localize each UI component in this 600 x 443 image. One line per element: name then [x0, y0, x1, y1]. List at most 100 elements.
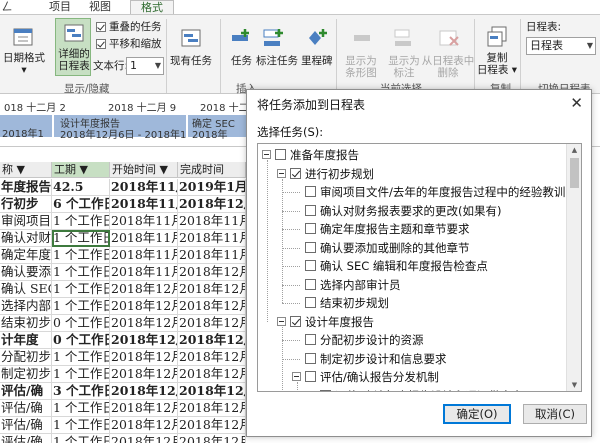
table-cell[interactable]: 2018年12月 [110, 281, 178, 298]
pan-zoom-checkbox[interactable] [96, 39, 106, 49]
table-cell[interactable]: 确定年度 [0, 247, 52, 264]
table-cell[interactable]: 制定初步 [0, 366, 52, 383]
table-cell[interactable]: 0 个工作日 [52, 332, 110, 349]
task-checkbox[interactable] [305, 352, 316, 364]
text-rows-select[interactable]: 1 ▼ [126, 57, 164, 75]
table-cell[interactable]: 2018年11月 [110, 247, 178, 264]
tab-0[interactable]: ㄥ [0, 0, 14, 14]
tree-item[interactable]: 选择内部审计员 [258, 276, 566, 294]
task-checkbox[interactable] [305, 186, 316, 197]
milestone-button[interactable]: 里程碑 [301, 55, 333, 67]
table-cell[interactable]: 2018年12月 [110, 298, 178, 315]
table-cell[interactable]: 分配初步 [0, 349, 52, 366]
timeline-bar-preliminary[interactable]: 2018年1 [0, 115, 52, 140]
task-tree[interactable]: 准备年度报告 进行初步规划 审阅项目文件/去年的年度报告过程中的经验教训 确认对财务报… [257, 143, 582, 392]
timeline-bar-sec[interactable]: 确定 SEC 2018年 [188, 115, 246, 141]
table-cell[interactable]: 2018年12月 [178, 332, 246, 349]
table-cell[interactable]: 2018年12月 [110, 332, 178, 349]
table-cell[interactable]: 2018年12月 [178, 366, 246, 383]
table-cell[interactable]: 2018年11月 [178, 247, 246, 264]
task-checkbox[interactable] [290, 315, 301, 327]
tree-item[interactable]: 确认对财务报表要求的更改(如果有) [258, 202, 566, 220]
detail-timeline-button[interactable]: 详细的 日程表 [55, 18, 91, 76]
table-cell[interactable]: 结束初步 [0, 315, 52, 332]
column-header-finish[interactable]: 完成时间 [178, 162, 246, 178]
column-header-duration[interactable]: 工期 ▼ [52, 162, 110, 178]
scroll-down-icon[interactable]: ▼ [567, 379, 581, 391]
table-cell[interactable]: 0 个工作日 [52, 315, 110, 332]
table-cell[interactable]: 1 个工作日 [52, 349, 110, 366]
tree-item[interactable]: 审阅项目文件/去年的年度报告过程中的经验教训 [258, 183, 566, 201]
tree-item[interactable]: 结束初步规划 [258, 294, 566, 312]
collapse-icon[interactable] [292, 372, 301, 381]
tree-item[interactable]: 确定年度报告主题和章节要求 [258, 220, 566, 238]
table-cell[interactable]: 2018年12月 [178, 349, 246, 366]
tab-3[interactable]: 格式 [130, 0, 174, 14]
collapse-icon[interactable] [262, 150, 271, 159]
table-cell[interactable]: 2018年12月 [110, 383, 178, 400]
copy-timeline-button[interactable]: 复制 日程表 ▾ [474, 52, 520, 76]
tree-item[interactable]: 设计年度报告 [258, 313, 566, 331]
tree-item[interactable]: 评估/确认报告分发机制 [258, 368, 566, 386]
collapse-icon[interactable] [277, 316, 286, 326]
tree-scrollbar[interactable]: ▲ ▼ [566, 144, 581, 391]
task-checkbox[interactable] [305, 334, 316, 345]
column-header-name[interactable]: 称 ▼ [0, 162, 52, 178]
timeline-select[interactable]: 日程表 ▼ [526, 37, 596, 55]
tree-item[interactable]: 制定初步设计和信息要求 [258, 350, 566, 368]
table-cell[interactable]: 评估/确 [0, 434, 52, 443]
table-cell[interactable]: 2018年12月 [178, 315, 246, 332]
existing-tasks-button[interactable]: 现有任务 [170, 55, 212, 67]
table-cell[interactable]: 2019年1月2 [178, 179, 246, 196]
scroll-thumb[interactable] [570, 158, 579, 188]
table-cell[interactable]: 评估/确 [0, 417, 52, 434]
table-cell[interactable]: 2018年12月 [110, 417, 178, 434]
table-cell[interactable]: 2018年12月 [110, 315, 178, 332]
table-cell[interactable]: 2018年12月 [110, 400, 178, 417]
table-cell[interactable]: 1 个工作日 [52, 366, 110, 383]
ok-button[interactable]: 确定(O) [443, 404, 511, 424]
column-header-start[interactable]: 开始时间 ▼ [110, 162, 178, 178]
table-cell[interactable]: 评估/确 [0, 383, 52, 400]
table-cell[interactable]: 6 个工作日 [52, 196, 110, 213]
task-button[interactable]: 任务 [231, 55, 252, 67]
tab-1[interactable]: 项目 [46, 0, 74, 14]
table-cell[interactable]: 42.5 [52, 179, 110, 196]
table-cell[interactable]: 2018年12月 [110, 434, 178, 443]
table-cell[interactable]: 2018年12月 [110, 366, 178, 383]
table-cell[interactable]: 1 个工作日 [52, 281, 110, 298]
task-checkbox[interactable] [305, 260, 316, 271]
tree-item[interactable]: 评估/确认年度报告设计和通讯供应商 [258, 387, 566, 391]
show-as-bar-button[interactable]: 显示为 条形图 [340, 55, 382, 79]
tree-item[interactable]: 确认要添加或删除的其他章节 [258, 239, 566, 257]
table-cell[interactable]: 确认对财 [0, 230, 52, 247]
date-format-button[interactable]: 日期格式 ▾ [0, 52, 48, 76]
task-checkbox[interactable] [305, 223, 316, 234]
table-cell[interactable]: 2018年11月 [110, 196, 178, 213]
collapse-icon[interactable] [277, 168, 286, 178]
table-cell[interactable]: 1 个工作日 [52, 417, 110, 434]
tab-2[interactable]: 视图 [86, 0, 114, 14]
table-cell[interactable]: 确认 SEC [0, 281, 52, 298]
cancel-button[interactable]: 取消(C) [523, 404, 587, 424]
table-cell[interactable]: 1 个工作日 [52, 434, 110, 443]
callout-task-button[interactable]: 标注任务 [256, 55, 298, 67]
tree-item[interactable]: 分配初步设计的资源 [258, 331, 566, 349]
table-cell[interactable]: 2018年12月 [110, 349, 178, 366]
table-cell[interactable]: 2018年12月 [178, 264, 246, 281]
table-cell[interactable]: 2018年12月 [178, 434, 246, 443]
table-cell[interactable]: 评估/确 [0, 400, 52, 417]
table-cell[interactable]: 2018年12月 [178, 417, 246, 434]
timeline-bar-design[interactable]: 设计年度报告 2018年12月6日 - 2018年1 [54, 115, 186, 141]
table-cell[interactable]: 1 个工作日 [52, 400, 110, 417]
table-cell[interactable]: 2018年11月 [110, 230, 178, 247]
overlap-tasks-checkbox[interactable] [96, 22, 106, 32]
table-cell[interactable]: 2018年12月 [178, 281, 246, 298]
table-cell[interactable]: 1 个工作日 [52, 213, 110, 230]
scroll-up-icon[interactable]: ▲ [567, 144, 581, 156]
task-checkbox[interactable] [305, 371, 316, 382]
table-cell[interactable]: 2018年11月 [110, 213, 178, 230]
table-cell[interactable]: 1 个工作日 [52, 264, 110, 281]
task-checkbox[interactable] [305, 278, 316, 290]
table-cell[interactable]: 2018年11月 [178, 213, 246, 230]
